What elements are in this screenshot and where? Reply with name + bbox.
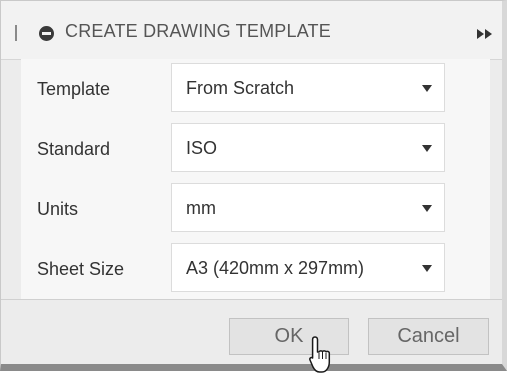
units-label: Units: [37, 199, 79, 219]
units-select-value: mm: [186, 198, 216, 218]
sheet-size-row: Sheet Size A3 (420mm x 297mm): [21, 239, 490, 297]
sheet-size-label: Sheet Size: [37, 259, 125, 279]
standard-label: Standard: [37, 139, 111, 159]
sheet-size-select-value: A3 (420mm x 297mm): [186, 258, 365, 278]
chevron-down-icon: [422, 205, 432, 212]
cancel-button[interactable]: Cancel: [368, 318, 489, 355]
chevron-down-icon: [422, 265, 432, 272]
chevron-down-icon: [422, 85, 432, 92]
standard-row: Standard ISO: [21, 119, 490, 177]
template-select[interactable]: From Scratch: [171, 63, 445, 112]
dialog-title: CREATE DRAWING TEMPLATE: [65, 21, 331, 41]
standard-select[interactable]: ISO: [171, 123, 445, 172]
create-drawing-template-dialog: CREATE DRAWING TEMPLATE Template From Sc…: [0, 0, 507, 371]
dialog-titlebar[interactable]: CREATE DRAWING TEMPLATE: [1, 1, 502, 60]
units-row: Units mm: [21, 179, 490, 237]
dialog-body: Template From Scratch Standard ISO Units…: [21, 59, 490, 299]
template-select-value: From Scratch: [186, 78, 295, 98]
template-row: Template From Scratch: [21, 59, 490, 117]
sheet-size-select[interactable]: A3 (420mm x 297mm): [171, 243, 445, 292]
chevron-down-icon: [422, 145, 432, 152]
mouse-pointer-icon: [309, 336, 331, 373]
footer-divider: [1, 299, 502, 300]
collapse-icon[interactable]: [39, 26, 54, 41]
units-select[interactable]: mm: [171, 183, 445, 232]
standard-select-value: ISO: [186, 138, 218, 158]
drag-handle-icon[interactable]: [15, 25, 17, 41]
template-label: Template: [37, 79, 111, 99]
double-chevron-right-icon[interactable]: [475, 28, 495, 40]
